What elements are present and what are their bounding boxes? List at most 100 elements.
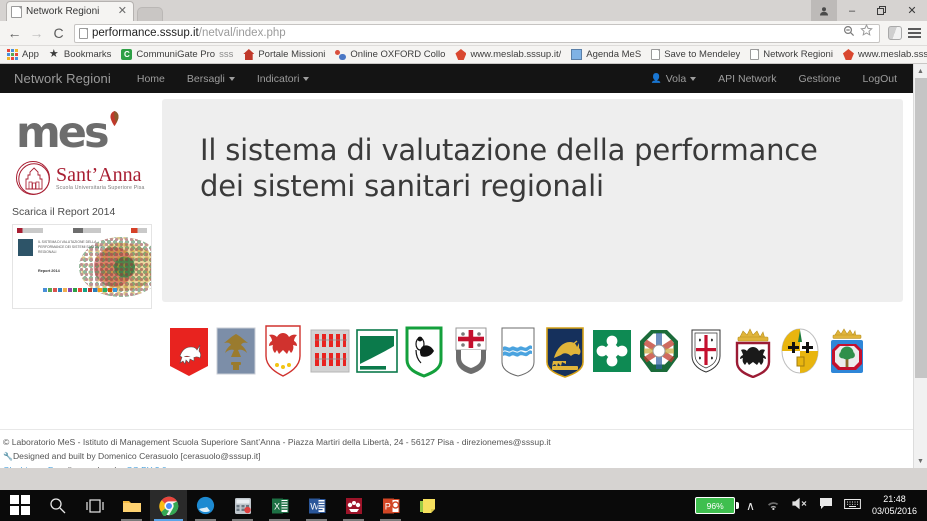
profile-icon[interactable] [811, 0, 837, 21]
nav-label: LogOut [862, 72, 897, 85]
url-domain: performance.sssup.it [92, 27, 199, 39]
skype-button[interactable] [187, 490, 224, 521]
region-umbria-icon[interactable] [403, 324, 445, 378]
site-footer: © Laboratorio MeS - Istituto di Manageme… [0, 429, 927, 468]
bookmark-app[interactable]: App [7, 49, 39, 60]
bookmark-oxford[interactable]: Online OXFORD Collo [335, 49, 445, 60]
bookmark-communigate[interactable]: C CommuniGate Pro sss [121, 49, 233, 60]
nav-user-vola[interactable]: 👤 Vola [651, 73, 697, 85]
download-report-label[interactable]: Scarica il Report 2014 [12, 206, 152, 218]
scrollbar-thumb[interactable] [915, 78, 927, 378]
report-cover-icon-row [43, 288, 117, 292]
url-text: performance.sssup.it/netval/index.php [92, 27, 286, 39]
nav-indicatori[interactable]: Indicatori [257, 73, 310, 85]
reload-button[interactable]: C [50, 25, 67, 41]
excel-button[interactable]: X [261, 490, 298, 521]
people-icon [335, 49, 347, 60]
page-scrollbar[interactable]: ▲ ▼ [913, 64, 927, 468]
clock[interactable]: 21:48 03/05/2016 [872, 494, 917, 517]
minimize-button[interactable]: – [837, 0, 867, 21]
nav-label: Home [136, 72, 165, 85]
nav-bersagli[interactable]: Bersagli [187, 73, 235, 85]
site-brand[interactable]: Network Regioni [14, 71, 111, 86]
search-button[interactable] [39, 490, 76, 521]
mes-logo[interactable]: mes Sant’Anna Scuola Universitaria Super… [16, 109, 148, 195]
sticky-notes-button[interactable] [409, 490, 446, 521]
calendar-icon [571, 49, 583, 60]
region-bolzano-icon[interactable] [262, 324, 304, 378]
show-hidden-icons-button[interactable]: ∧ [746, 499, 755, 513]
extension-icon[interactable] [888, 26, 902, 40]
bookmark-mendeley[interactable]: Save to Mendeley [651, 49, 740, 60]
file-explorer-button[interactable] [113, 490, 150, 521]
start-button[interactable] [2, 490, 39, 521]
region-basilicata-icon[interactable] [497, 324, 539, 378]
powerpoint-button[interactable]: P [372, 490, 409, 521]
tab-network-regioni[interactable]: Network Regioni ✕ [6, 1, 134, 21]
region-marche-icon[interactable] [638, 324, 680, 378]
region-trento-icon[interactable] [732, 324, 774, 378]
bookmark-label: www.meslab.sssup.it/ [857, 49, 927, 60]
cover-icon [68, 288, 72, 292]
battery-percent: 96% [706, 500, 724, 511]
region-puglia-icon[interactable] [826, 324, 868, 378]
footer-line-copyright: © Laboratorio MeS - Istituto di Manageme… [3, 437, 551, 447]
santanna-logo: Sant’Anna Scuola Universitaria Superiore… [16, 161, 148, 195]
region-emilia-romagna-icon[interactable] [356, 324, 398, 378]
bookmark-meslab-1[interactable]: www.meslab.sssup.it/ [455, 49, 561, 60]
cc-license-link[interactable]: CC BY 3.0 [126, 465, 166, 468]
region-liguria-stripes-icon[interactable] [309, 324, 351, 378]
mendeley-button[interactable] [335, 490, 372, 521]
bookmark-label: Online OXFORD Collo [350, 49, 446, 60]
document-icon [651, 49, 661, 60]
cover-icon [63, 288, 67, 292]
region-friuli-icon[interactable] [215, 324, 257, 378]
maximize-button[interactable] [867, 0, 897, 21]
scroll-down-arrow-icon[interactable]: ▼ [914, 454, 927, 468]
zoom-out-icon[interactable] [843, 24, 855, 42]
bookmark-star-icon[interactable] [860, 23, 873, 42]
bookmark-agenda-mes[interactable]: Agenda MeS [571, 49, 641, 60]
tab-close-icon[interactable]: ✕ [116, 6, 129, 17]
nav-gestione[interactable]: Gestione [799, 73, 841, 85]
bookmark-network-regioni[interactable]: Network Regioni [750, 49, 833, 60]
task-view-button[interactable] [76, 490, 113, 521]
forward-button[interactable]: → [28, 25, 45, 41]
wifi-icon[interactable] [766, 497, 781, 515]
report-cover-thumbnail[interactable]: IL SISTEMA DI VALUTAZIONE DELLA PERFORMA… [12, 224, 152, 309]
search-icon [50, 498, 66, 514]
task-view-icon [85, 498, 104, 513]
keyboard-icon[interactable] [844, 497, 861, 515]
bookmark-bookmarks[interactable]: ★ Bookmarks [49, 49, 112, 61]
word-button[interactable]: W [298, 490, 335, 521]
page-info-icon[interactable] [79, 27, 88, 39]
bookmark-meslab-2[interactable]: www.meslab.sssup.it/ [842, 49, 927, 60]
chrome-button[interactable] [150, 490, 187, 521]
region-lombardia-icon[interactable] [591, 324, 633, 378]
notifications-icon[interactable] [819, 497, 833, 515]
region-valledaosta-icon[interactable] [779, 324, 821, 378]
region-liguria-icon[interactable] [450, 324, 492, 378]
browser-window: Network Regioni ✕ – ✕ ← → C performance.… [0, 0, 927, 490]
close-button[interactable]: ✕ [897, 0, 927, 21]
address-bar[interactable]: performance.sssup.it/netval/index.php [74, 23, 880, 43]
user-icon: 👤 [650, 73, 662, 83]
region-toscana-icon[interactable] [168, 324, 210, 378]
scroll-up-arrow-icon[interactable]: ▲ [914, 64, 927, 78]
bookmark-portale-missioni[interactable]: Portale Missioni [243, 49, 325, 60]
region-veneto-icon[interactable] [544, 324, 586, 378]
calculator-button[interactable] [224, 490, 261, 521]
nav-home[interactable]: Home [137, 73, 165, 85]
hamburger-menu-icon[interactable] [908, 28, 921, 38]
nav-api-network[interactable]: API Network [718, 73, 776, 85]
region-sardegna-icon[interactable] [685, 324, 727, 378]
new-tab-button[interactable] [137, 7, 163, 21]
speaker-muted-icon[interactable] [792, 497, 808, 515]
back-button[interactable]: ← [6, 25, 23, 41]
glyphicons-link[interactable]: Glyphicons Free [3, 465, 66, 468]
house-icon [243, 49, 255, 60]
bookmark-label: Portale Missioni [258, 49, 326, 60]
battery-indicator[interactable]: 96% [695, 497, 740, 514]
nav-label: Bersagli [186, 72, 225, 85]
nav-logout[interactable]: LogOut [863, 73, 897, 85]
